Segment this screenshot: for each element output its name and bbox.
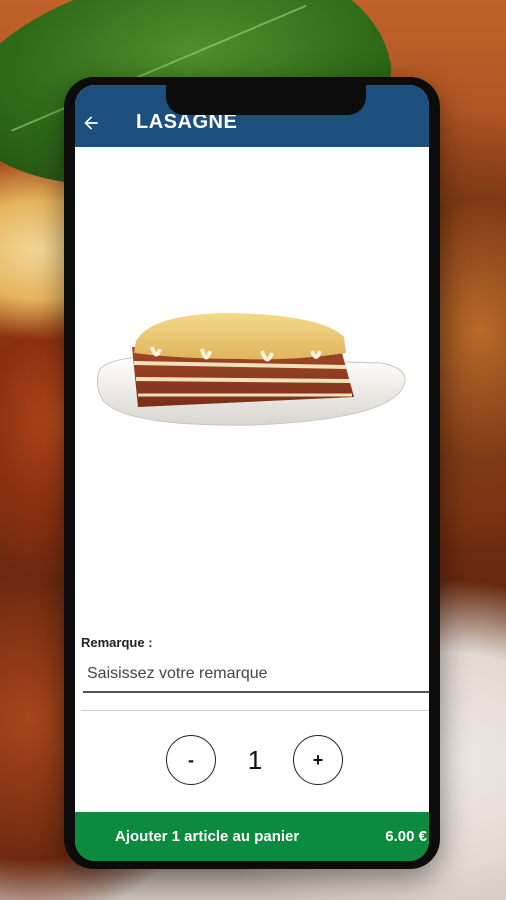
lasagne-image [96, 313, 406, 426]
phone-frame: LASAGNE Remarque: Saisissez votre remar… [64, 77, 440, 869]
divider [81, 710, 429, 711]
remark-label: Remarque : [81, 635, 153, 650]
back-button[interactable] [75, 107, 107, 139]
increase-quantity-button[interactable]: + [293, 735, 343, 785]
arrow-left-icon [84, 116, 98, 130]
remark-input[interactable] [83, 657, 429, 693]
cart-price: 6.00 € [385, 828, 427, 845]
quantity-stepper: - 1 + [75, 735, 429, 787]
decrease-quantity-button[interactable]: - [166, 735, 216, 785]
phone-notch [166, 85, 366, 115]
quantity-value: 1 [247, 745, 263, 775]
add-to-cart-label: Ajouter 1 article au panier [115, 828, 300, 845]
product-image [75, 147, 429, 617]
app-screen: LASAGNE Remarque: Saisissez votre remar… [75, 85, 429, 861]
add-to-cart-button[interactable]: Ajouter 1 article au panier 6.00 € [75, 812, 429, 861]
